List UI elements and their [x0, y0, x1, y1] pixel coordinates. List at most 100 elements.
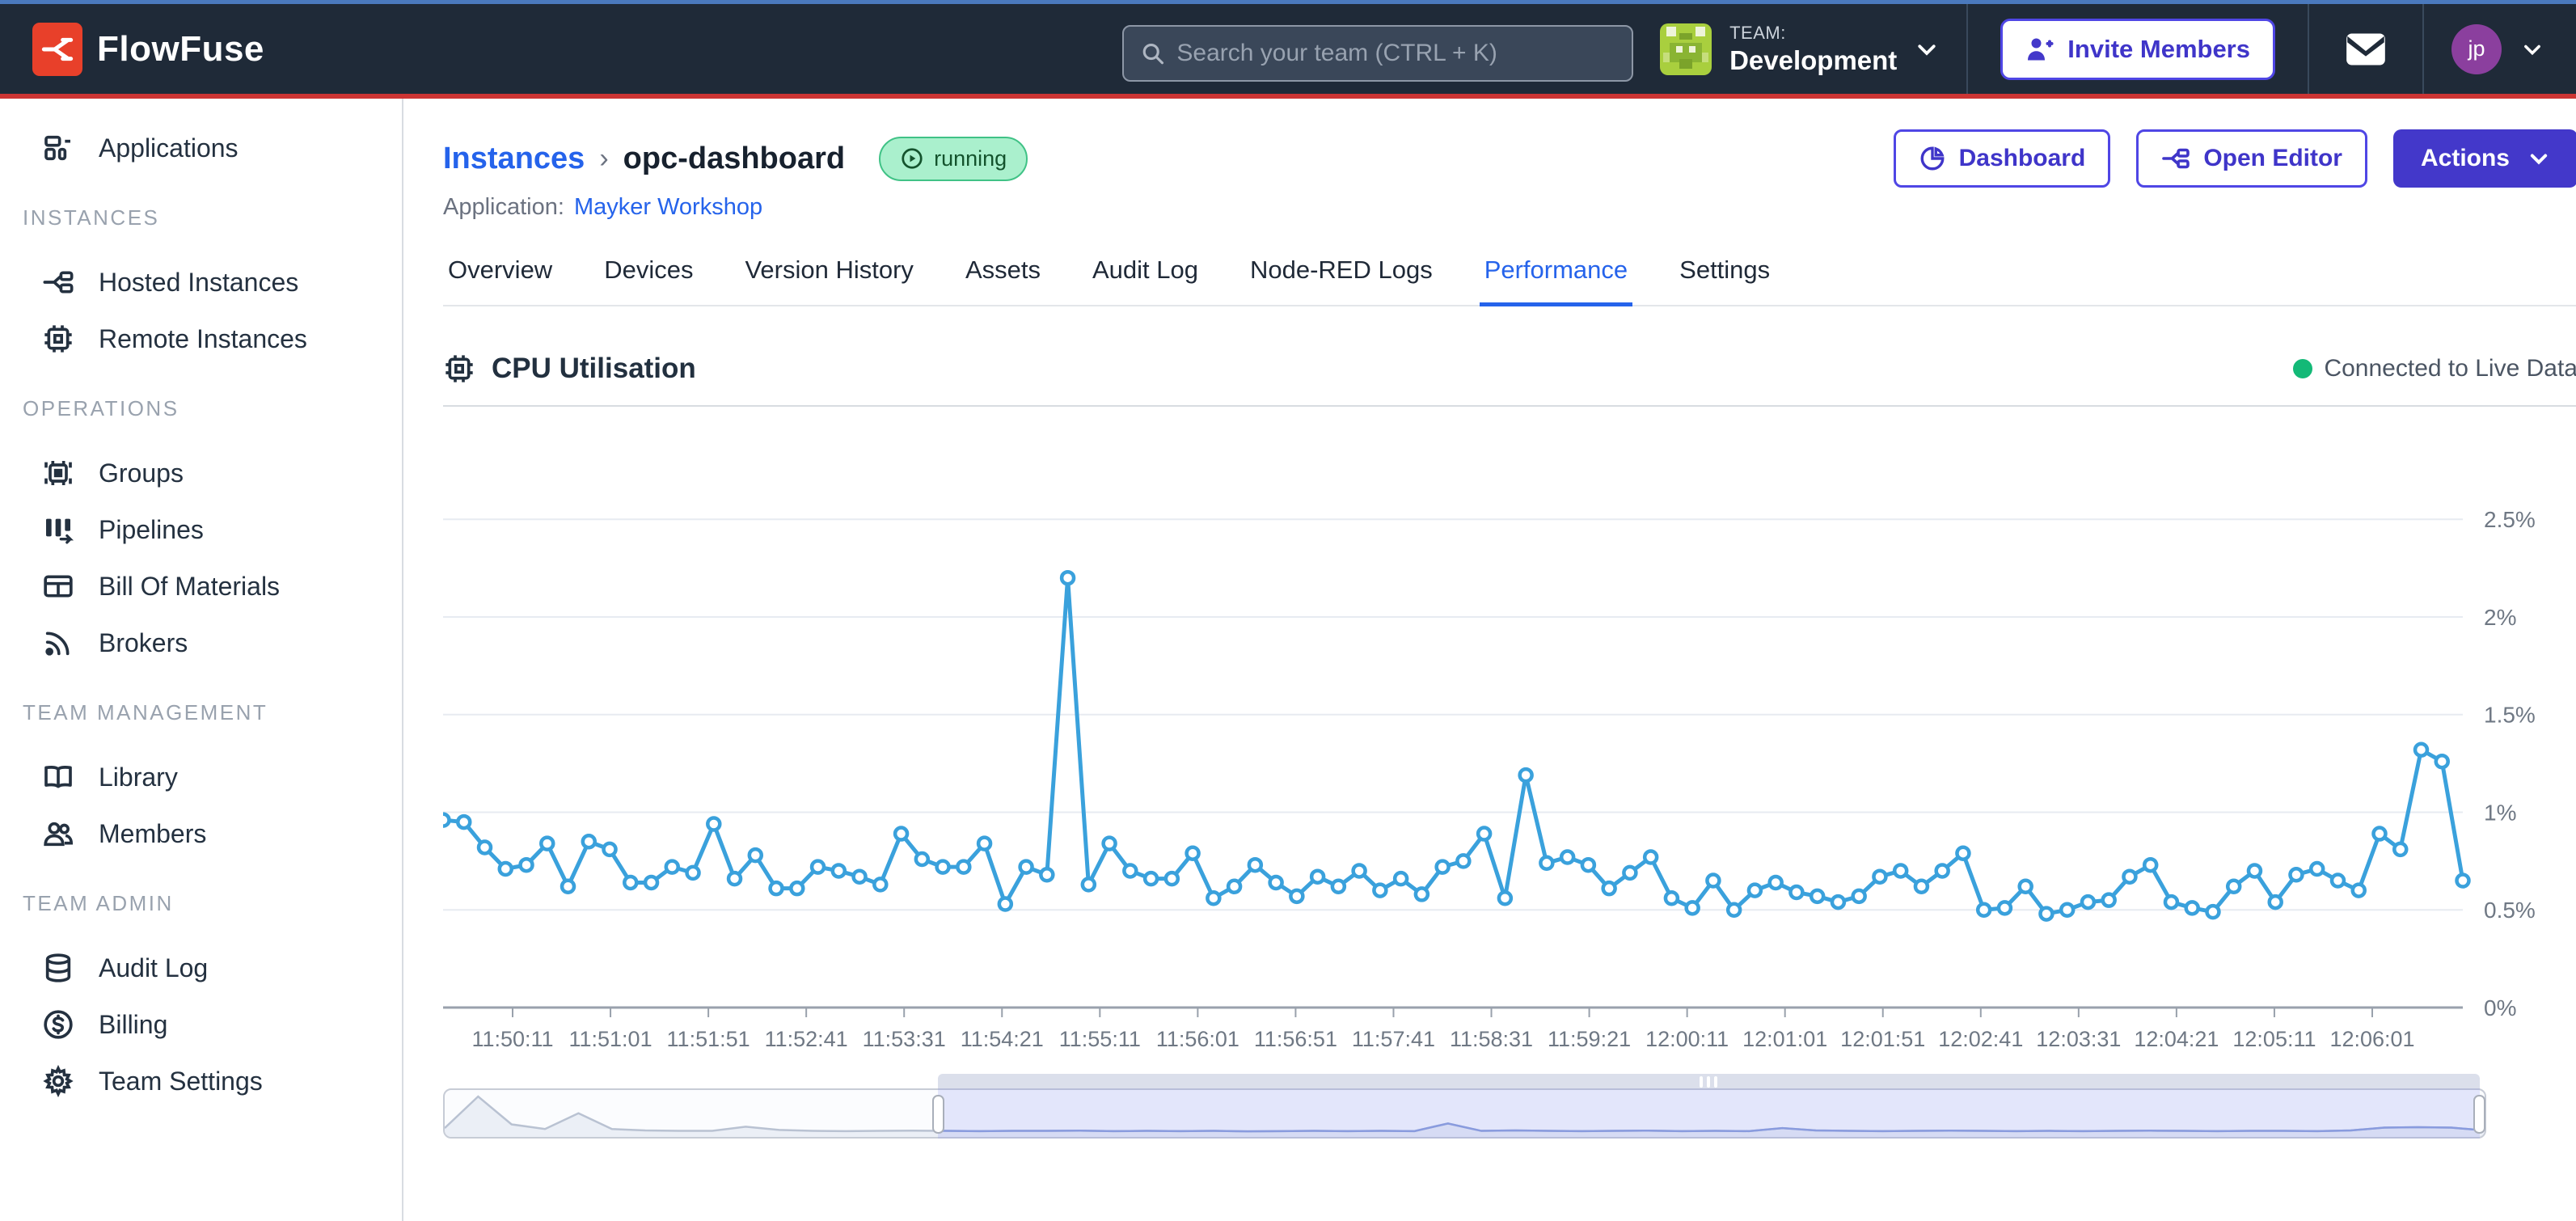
svg-text:11:59:21: 11:59:21 [1548, 1027, 1631, 1051]
sidebar-item-library[interactable]: Library [0, 749, 402, 805]
bill-of-materials-icon [42, 570, 74, 602]
tab-overview[interactable]: Overview [443, 244, 557, 305]
sidebar-item-brokers[interactable]: Brokers [0, 615, 402, 671]
svg-text:2.5%: 2.5% [2484, 507, 2536, 532]
tab-audit-log[interactable]: Audit Log [1087, 244, 1203, 305]
brush-handle-left[interactable] [932, 1095, 944, 1134]
sidebar-item-billing[interactable]: Billing [0, 996, 402, 1053]
open-editor-button-label: Open Editor [2203, 145, 2342, 172]
time-range-brush [443, 1074, 2486, 1139]
svg-text:11:51:01: 11:51:01 [568, 1027, 652, 1051]
svg-text:11:50:11: 11:50:11 [471, 1027, 553, 1051]
user-menu[interactable]: jp [2424, 24, 2576, 74]
svg-text:11:54:21: 11:54:21 [961, 1027, 1044, 1051]
sidebar-item-label: Team Settings [99, 1067, 263, 1096]
chevron-right-icon: › [599, 143, 608, 175]
user-add-icon [2025, 35, 2054, 64]
brand-name: FlowFuse [97, 29, 264, 70]
sidebar: Applications INSTANCES Hosted Instances … [0, 99, 403, 1221]
branch-icon [42, 266, 74, 298]
search-input[interactable] [1176, 40, 1615, 67]
breadcrumb: Instances › opc-dashboard running Dashbo… [443, 134, 2576, 183]
sidebar-item-label: Billing [99, 1010, 167, 1040]
application-link[interactable]: Mayker Workshop [574, 194, 762, 221]
dashboard-button[interactable]: Dashboard [1894, 129, 2111, 188]
live-status-dot [2293, 359, 2312, 378]
sidebar-item-hosted-instances[interactable]: Hosted Instances [0, 254, 402, 311]
team-selector[interactable]: TEAM: Development [1632, 4, 1966, 94]
sidebar-item-label: Groups [99, 458, 184, 488]
user-avatar: jp [2451, 24, 2502, 74]
brush-handle-right[interactable] [2473, 1095, 2485, 1134]
svg-text:1.5%: 1.5% [2484, 703, 2536, 728]
application-label: Application: [443, 194, 564, 221]
sidebar-item-audit-log[interactable]: Audit Log [0, 940, 402, 996]
database-icon [42, 952, 74, 984]
play-circle-icon [900, 146, 924, 171]
svg-text:11:56:01: 11:56:01 [1156, 1027, 1239, 1051]
svg-text:0.5%: 0.5% [2484, 898, 2536, 923]
group-chip-icon [42, 457, 74, 489]
sidebar-item-applications[interactable]: Applications [0, 120, 402, 176]
gear-icon [42, 1065, 74, 1097]
tab-version-history[interactable]: Version History [740, 244, 918, 305]
status-badge: running [879, 137, 1028, 181]
open-editor-button[interactable]: Open Editor [2136, 129, 2367, 188]
mail-icon [2345, 32, 2387, 67]
tab-assets[interactable]: Assets [961, 244, 1045, 305]
svg-text:0%: 0% [2484, 995, 2516, 1020]
chip-icon [42, 323, 74, 355]
sidebar-item-team-settings[interactable]: Team Settings [0, 1053, 402, 1109]
sidebar-item-label: Bill Of Materials [99, 572, 280, 602]
svg-text:12:02:41: 12:02:41 [1938, 1027, 2023, 1051]
sidebar-section-team-admin: TEAM ADMIN [0, 890, 402, 916]
notifications-button[interactable] [2309, 32, 2422, 67]
svg-text:12:03:31: 12:03:31 [2036, 1027, 2121, 1051]
chevron-down-icon [2527, 147, 2550, 170]
search-icon [1140, 40, 1165, 67]
svg-text:11:53:31: 11:53:31 [863, 1027, 946, 1051]
sidebar-item-label: Library [99, 763, 178, 792]
sidebar-item-label: Remote Instances [99, 324, 307, 354]
sidebar-item-pipelines[interactable]: Pipelines [0, 501, 402, 558]
invite-members-button[interactable]: Invite Members [2000, 19, 2275, 80]
pipelines-icon [42, 513, 74, 546]
applications-icon [42, 132, 74, 164]
book-icon [42, 761, 74, 793]
actions-button[interactable]: Actions [2393, 129, 2576, 188]
branch-icon [2161, 144, 2190, 173]
panel-title-text: CPU Utilisation [492, 353, 696, 385]
tab-devices[interactable]: Devices [599, 244, 698, 305]
sidebar-item-label: Members [99, 819, 206, 849]
svg-text:12:01:01: 12:01:01 [1742, 1027, 1827, 1051]
status-badge-label: running [934, 146, 1007, 171]
cpu-icon [443, 353, 475, 385]
dollar-icon [42, 1008, 74, 1041]
svg-text:1%: 1% [2484, 800, 2516, 825]
sidebar-section-team-management: TEAM MANAGEMENT [0, 699, 402, 725]
sidebar-item-remote-instances[interactable]: Remote Instances [0, 311, 402, 367]
svg-text:11:56:51: 11:56:51 [1254, 1027, 1337, 1051]
flowfuse-logo[interactable]: FlowFuse [0, 23, 264, 76]
tab-node-red-logs[interactable]: Node-RED Logs [1245, 244, 1438, 305]
team-search[interactable] [1122, 25, 1633, 82]
svg-text:12:00:11: 12:00:11 [1645, 1027, 1729, 1051]
tab-settings[interactable]: Settings [1674, 244, 1775, 305]
svg-text:12:06:01: 12:06:01 [2329, 1027, 2414, 1051]
brush-selection[interactable] [938, 1088, 2481, 1139]
tab-bar: Overview Devices Version History Assets … [443, 244, 2576, 306]
breadcrumb-current: opc-dashboard [623, 142, 845, 176]
svg-text:2%: 2% [2484, 605, 2516, 630]
sidebar-item-groups[interactable]: Groups [0, 445, 402, 501]
sidebar-section-operations: OPERATIONS [0, 395, 402, 421]
brush-grip-icon[interactable] [1700, 1076, 1717, 1088]
svg-text:11:57:41: 11:57:41 [1352, 1027, 1435, 1051]
sidebar-item-label: Brokers [99, 628, 188, 658]
tab-performance[interactable]: Performance [1480, 244, 1632, 306]
svg-text:11:52:41: 11:52:41 [765, 1027, 848, 1051]
dashboard-button-label: Dashboard [1959, 145, 2086, 172]
sidebar-item-members[interactable]: Members [0, 805, 402, 862]
sidebar-item-bill-of-materials[interactable]: Bill Of Materials [0, 558, 402, 615]
svg-text:12:01:51: 12:01:51 [1840, 1027, 1925, 1051]
breadcrumb-instances-link[interactable]: Instances [443, 142, 585, 176]
